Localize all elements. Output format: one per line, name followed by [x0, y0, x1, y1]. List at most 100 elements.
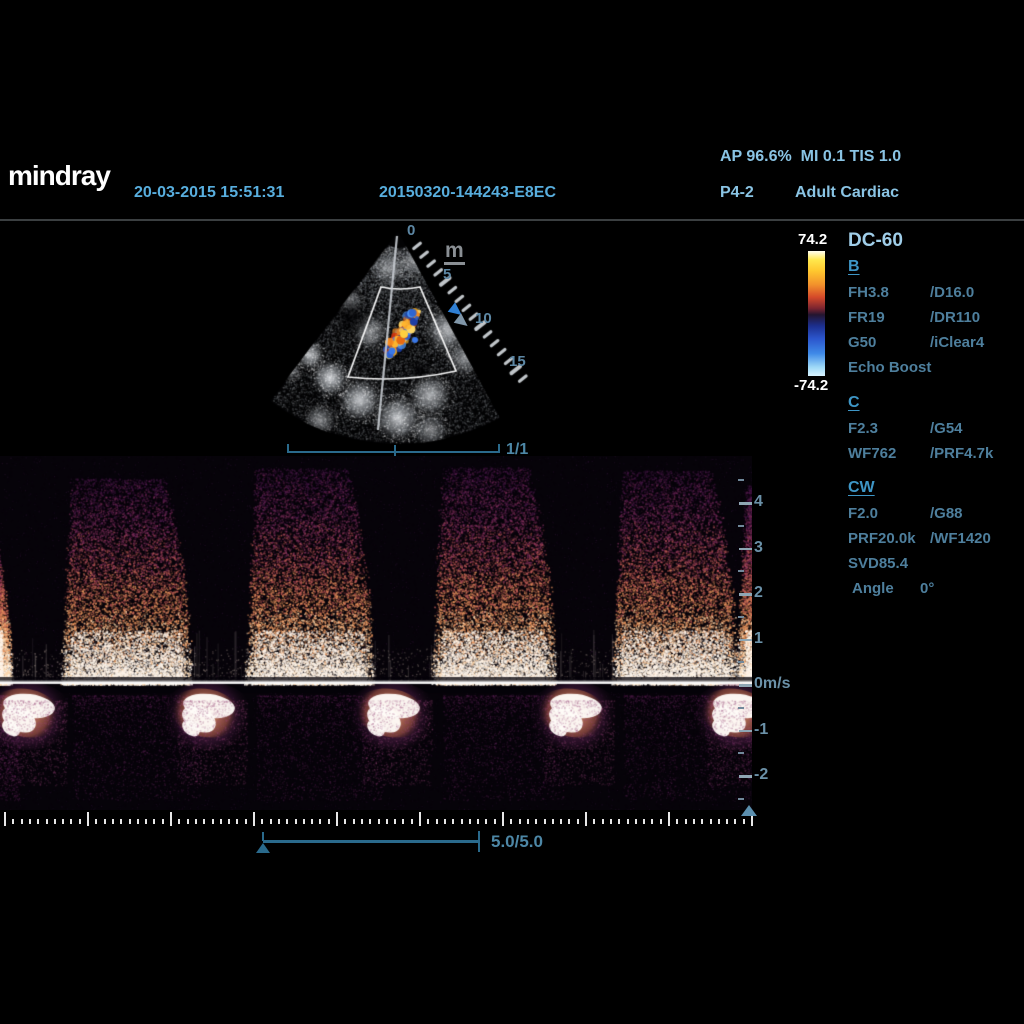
time-tick — [535, 819, 537, 824]
time-tick — [145, 819, 147, 824]
time-tick — [743, 819, 745, 824]
time-tick — [618, 819, 620, 824]
param-value: /DR110 — [930, 309, 980, 326]
param-value: 0° — [920, 580, 934, 597]
2d-scale-bar-left-tick — [287, 444, 289, 452]
time-tick — [676, 819, 678, 824]
time-tick — [635, 819, 637, 824]
time-tick — [734, 819, 736, 824]
time-tick — [660, 819, 662, 824]
velocity-minor-tick — [738, 525, 744, 527]
2d-scale-bar-right-tick — [498, 444, 500, 452]
time-tick — [485, 819, 487, 824]
color-scale-min: -74.2 — [794, 377, 828, 394]
exam-preset: Adult Cardiac — [795, 184, 899, 202]
time-tick — [328, 819, 330, 824]
time-position-marker-icon[interactable] — [741, 805, 757, 816]
depth-label-15: 15 — [509, 353, 526, 370]
datetime: 20-03-2015 15:51:31 — [134, 184, 284, 202]
ultrasound-screen: mindray 20-03-2015 15:51:31 20150320-144… — [0, 0, 1024, 1024]
time-tick — [502, 812, 504, 826]
time-tick — [378, 819, 380, 824]
time-tick — [261, 819, 263, 824]
time-tick — [353, 819, 355, 824]
time-tick — [369, 819, 371, 824]
time-tick — [344, 819, 346, 824]
time-tick — [12, 819, 14, 824]
time-tick — [361, 819, 363, 824]
time-tick — [643, 819, 645, 824]
time-tick — [195, 819, 197, 824]
time-tick — [29, 819, 31, 824]
depth-label-10: 10 — [475, 310, 492, 327]
time-tick — [602, 819, 604, 824]
time-tick — [319, 819, 321, 824]
time-tick — [544, 819, 546, 824]
machine-model: DC-60 — [848, 230, 903, 252]
time-tick — [710, 819, 712, 824]
time-tick — [726, 819, 728, 824]
velocity-minor-tick — [738, 752, 744, 754]
acoustic-output: AP 96.6% MI 0.1 TIS 1.0 — [720, 148, 901, 166]
time-tick — [610, 819, 612, 824]
time-tick — [419, 812, 421, 826]
param-value: /G54 — [930, 420, 963, 437]
time-tick — [411, 819, 413, 824]
param-row: F2.3/G54 — [848, 420, 1024, 437]
time-tick — [402, 819, 404, 824]
time-tick — [627, 819, 629, 824]
time-tick — [510, 819, 512, 824]
time-tick — [552, 819, 554, 824]
velocity-minor-tick — [738, 798, 744, 800]
time-tick — [394, 819, 396, 824]
param-label: FR19 — [848, 309, 885, 326]
time-tick — [170, 812, 172, 826]
sweep-bar-right-tick — [478, 831, 480, 852]
velocity-label: -2 — [754, 766, 768, 784]
spectral-doppler-display[interactable] — [0, 456, 752, 810]
param-value: /PRF4.7k — [930, 445, 993, 462]
time-tick — [444, 819, 446, 824]
time-tick — [46, 819, 48, 824]
param-label: F2.3 — [848, 420, 878, 437]
param-label: SVD85.4 — [848, 555, 908, 572]
param-label: Angle — [852, 580, 894, 597]
depth-label-0: 0 — [407, 222, 415, 239]
time-tick — [469, 819, 471, 824]
time-tick — [270, 819, 272, 824]
header-divider — [0, 219, 1024, 221]
param-value: /D16.0 — [930, 284, 974, 301]
time-tick — [187, 819, 189, 824]
velocity-tick — [739, 775, 752, 778]
param-value: /iClear4 — [930, 334, 984, 351]
section-b-title: B — [848, 258, 860, 276]
time-tick — [701, 819, 703, 824]
time-tick — [718, 819, 720, 824]
param-row: G50/iClear4 — [848, 334, 1024, 351]
mindray-logo: mindray — [8, 160, 110, 192]
velocity-minor-tick — [738, 479, 744, 481]
time-tick — [236, 819, 238, 824]
time-tick — [245, 819, 247, 824]
time-tick — [668, 812, 670, 826]
velocity-tick — [739, 548, 752, 551]
velocity-minor-tick — [738, 707, 744, 709]
2d-image-area[interactable] — [256, 222, 560, 464]
time-tick — [253, 812, 255, 826]
time-tick — [212, 819, 214, 824]
time-tick — [461, 819, 463, 824]
time-tick — [21, 819, 23, 824]
color-scale-max: 74.2 — [798, 231, 827, 248]
param-label: Echo Boost — [848, 359, 931, 376]
probe-name: P4-2 — [720, 184, 754, 202]
param-row: Echo Boost — [848, 359, 1024, 376]
param-label: G50 — [848, 334, 876, 351]
param-label: WF762 — [848, 445, 896, 462]
time-tick — [153, 819, 155, 824]
param-row: SVD85.4 — [848, 555, 1024, 572]
sweep-bar-left-tick — [262, 832, 264, 841]
param-value: /G88 — [930, 505, 963, 522]
time-tick — [577, 819, 579, 824]
velocity-label: 2 — [754, 584, 763, 602]
velocity-minor-tick — [738, 661, 744, 663]
